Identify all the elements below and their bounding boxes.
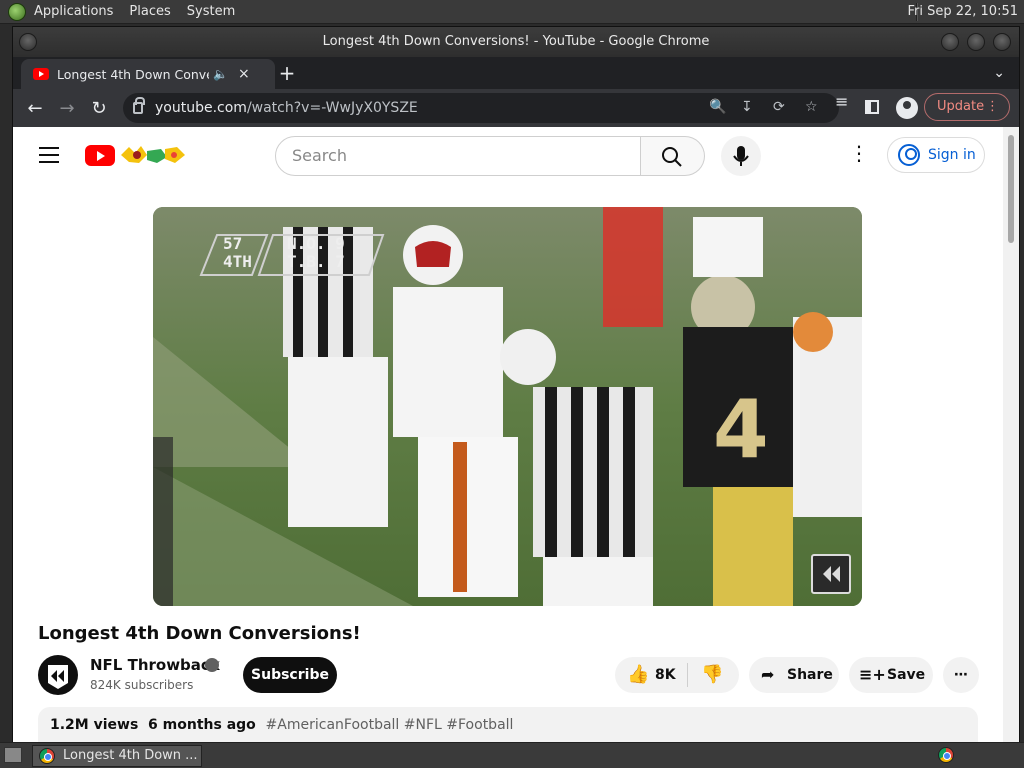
browser-toolbar: ← → ↻ youtube.com/watch?v=-WwJyX0YSZE 🔍 … (13, 89, 1019, 127)
sign-in-button[interactable]: Sign in (887, 137, 985, 173)
search-input[interactable]: Search (275, 136, 641, 176)
scrollbar-thumb[interactable] (1008, 135, 1014, 243)
top-panel: Applications Places System Fri Sep 22, 1… (0, 0, 1024, 24)
forward-arrow-icon[interactable]: → (51, 92, 83, 124)
thumbs-up-icon[interactable]: 👍 (627, 657, 649, 693)
show-desktop-icon[interactable] (4, 747, 22, 763)
playlist-add-icon: ≡+ (859, 665, 886, 684)
clock[interactable]: Fri Sep 22, 10:51 (907, 4, 1018, 19)
chrome-icon (39, 748, 55, 764)
side-panel-icon[interactable] (865, 100, 879, 114)
chrome-tray-icon[interactable] (938, 747, 954, 763)
hamburger-menu-icon[interactable] (39, 147, 59, 163)
video-title: Longest 4th Down Conversions! (38, 623, 361, 644)
tab-strip: Longest 4th Down Convers 🔈 × + ⌄ (13, 57, 1019, 89)
youtube-favicon-icon (33, 68, 49, 80)
like-dislike-group: 👍 8K 👎 (615, 657, 739, 693)
voice-search-button[interactable] (721, 136, 761, 176)
close-tab-icon[interactable]: × (238, 66, 250, 82)
taskbar-item-chrome[interactable]: Longest 4th Down ... (32, 745, 202, 767)
browser-window: Longest 4th Down Conversions! - YouTube … (12, 26, 1020, 743)
search-button[interactable] (641, 136, 705, 176)
window-menu-icon[interactable] (19, 33, 37, 51)
youtube-logo-icon[interactable] (85, 145, 115, 166)
reload-icon[interactable]: ↻ (83, 92, 115, 124)
scorebug: 57 4TH N.O. 9 T.B. 7 (197, 233, 387, 277)
subscriber-count: 824K subscribers (90, 678, 194, 692)
share-button[interactable]: ➦ Share (749, 657, 839, 693)
account-circle-icon (898, 144, 920, 166)
window-titlebar[interactable]: Longest 4th Down Conversions! - YouTube … (13, 27, 1019, 57)
update-button[interactable]: Update ⋮ (924, 93, 1010, 121)
scorebug-down: 57 4TH (223, 234, 252, 271)
profile-avatar-icon[interactable] (896, 97, 918, 119)
youtube-doodle-icon[interactable] (117, 143, 189, 167)
bookmark-star-icon[interactable]: ☆ (805, 99, 818, 115)
rewind-icon (823, 566, 840, 582)
maximize-icon[interactable] (967, 33, 985, 51)
window-title: Longest 4th Down Conversions! - YouTube … (322, 34, 710, 49)
address-bar[interactable]: youtube.com/watch?v=-WwJyX0YSZE 🔍 ↧ ⟳ ☆ (123, 93, 839, 123)
nfl-throwback-logo-icon (48, 665, 68, 689)
taskbar: Longest 4th Down ... (0, 742, 1024, 768)
page-scrollbar[interactable] (1003, 127, 1019, 743)
minimize-icon[interactable] (941, 33, 959, 51)
page-content: Search ⋮ Sign in 4 57 4TH N.O. 9 T.B. 7 … (13, 127, 1019, 743)
video-player[interactable]: 4 57 4TH N.O. 9 T.B. 7 (153, 207, 862, 606)
thumbs-down-icon[interactable]: 👎 (701, 657, 723, 693)
tab-search-chevron-icon[interactable]: ⌄ (993, 65, 1005, 81)
tab-title: Longest 4th Down Convers (57, 66, 209, 82)
media-controls-icon[interactable]: ≡ (835, 92, 848, 111)
new-tab-button[interactable]: + (275, 61, 299, 85)
lock-icon[interactable] (133, 97, 145, 114)
channel-name[interactable]: NFL Throwback (90, 656, 220, 674)
update-label: Update (937, 99, 985, 114)
microphone-icon (733, 146, 749, 166)
settings-kebab-icon[interactable]: ⋮ (849, 141, 869, 165)
subscribe-button[interactable]: Subscribe (243, 657, 337, 693)
description-box[interactable]: 1.2M views 6 months ago #AmericanFootbal… (38, 707, 978, 743)
sign-in-label: Sign in (928, 147, 976, 163)
install-app-icon[interactable]: ↧ (741, 99, 753, 115)
search-icon (662, 147, 682, 167)
scorebug-teams: N.O. 9 T.B. 7 (287, 234, 345, 271)
zoom-icon[interactable]: 🔍 (709, 99, 726, 115)
url-text: youtube.com/watch?v=-WwJyX0YSZE (155, 100, 418, 116)
chrome-menu-icon[interactable]: ⋮ (986, 94, 999, 120)
like-count[interactable]: 8K (655, 657, 676, 693)
more-actions-icon[interactable]: ⋯ (943, 657, 979, 693)
back-arrow-icon[interactable]: ← (19, 92, 51, 124)
svg-text:4: 4 (713, 383, 769, 476)
save-label: Save (887, 667, 926, 683)
menu-places[interactable]: Places (129, 4, 170, 19)
share-arrow-icon: ➦ (761, 665, 775, 684)
save-button[interactable]: ≡+ Save (849, 657, 933, 693)
taskbar-item-label: Longest 4th Down ... (63, 748, 198, 763)
share-label: Share (787, 667, 833, 683)
youtube-header: Search ⋮ Sign in (13, 127, 1003, 183)
nfl-throwback-watermark-icon[interactable] (811, 554, 851, 594)
speaker-icon[interactable]: 🔈 (213, 67, 228, 81)
upload-age: 6 months ago (148, 717, 256, 733)
menu-system[interactable]: System (187, 4, 235, 19)
close-window-icon[interactable] (993, 33, 1011, 51)
like-divider (687, 663, 688, 687)
verified-badge-icon (205, 658, 219, 672)
distro-logo-icon[interactable] (8, 2, 26, 21)
tab-youtube[interactable]: Longest 4th Down Convers 🔈 × (21, 59, 275, 89)
view-count: 1.2M views (50, 717, 139, 733)
hashtags[interactable]: #AmericanFootball #NFL #Football (266, 717, 514, 733)
channel-avatar[interactable] (38, 655, 78, 695)
share-icon[interactable]: ⟳ (773, 99, 785, 115)
menu-applications[interactable]: Applications (34, 4, 113, 19)
